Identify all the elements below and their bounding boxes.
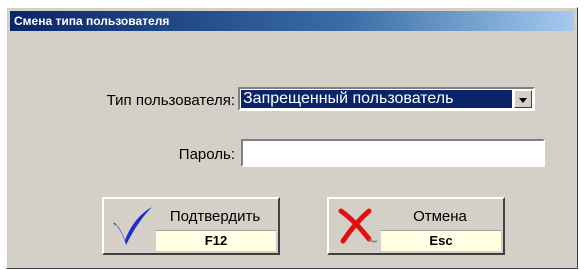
password-field[interactable] bbox=[241, 139, 545, 167]
checkmark-icon bbox=[113, 207, 152, 245]
cancel-button-label: Отмена bbox=[413, 208, 467, 225]
chevron-down-icon[interactable] bbox=[514, 90, 532, 108]
confirm-button-label: Подтвердить bbox=[169, 208, 261, 225]
user-type-select[interactable]: Запрещенный пользователь bbox=[238, 87, 535, 111]
cancel-hotkey: Esc bbox=[381, 230, 501, 251]
confirm-hotkey: F12 bbox=[156, 230, 276, 251]
cross-icon bbox=[338, 208, 378, 244]
cancel-button[interactable]: Отмена Esc bbox=[327, 197, 505, 255]
confirm-button[interactable]: Подтвердить F12 bbox=[102, 197, 280, 255]
user-type-selected-value: Запрещенный пользователь bbox=[241, 90, 512, 108]
password-label: Пароль: bbox=[178, 146, 235, 163]
dialog-title: Смена типа пользователя bbox=[10, 11, 574, 31]
change-user-type-dialog: Смена типа пользователя Тип пользователя… bbox=[6, 7, 578, 269]
user-type-label: Тип пользователя: bbox=[106, 92, 235, 109]
